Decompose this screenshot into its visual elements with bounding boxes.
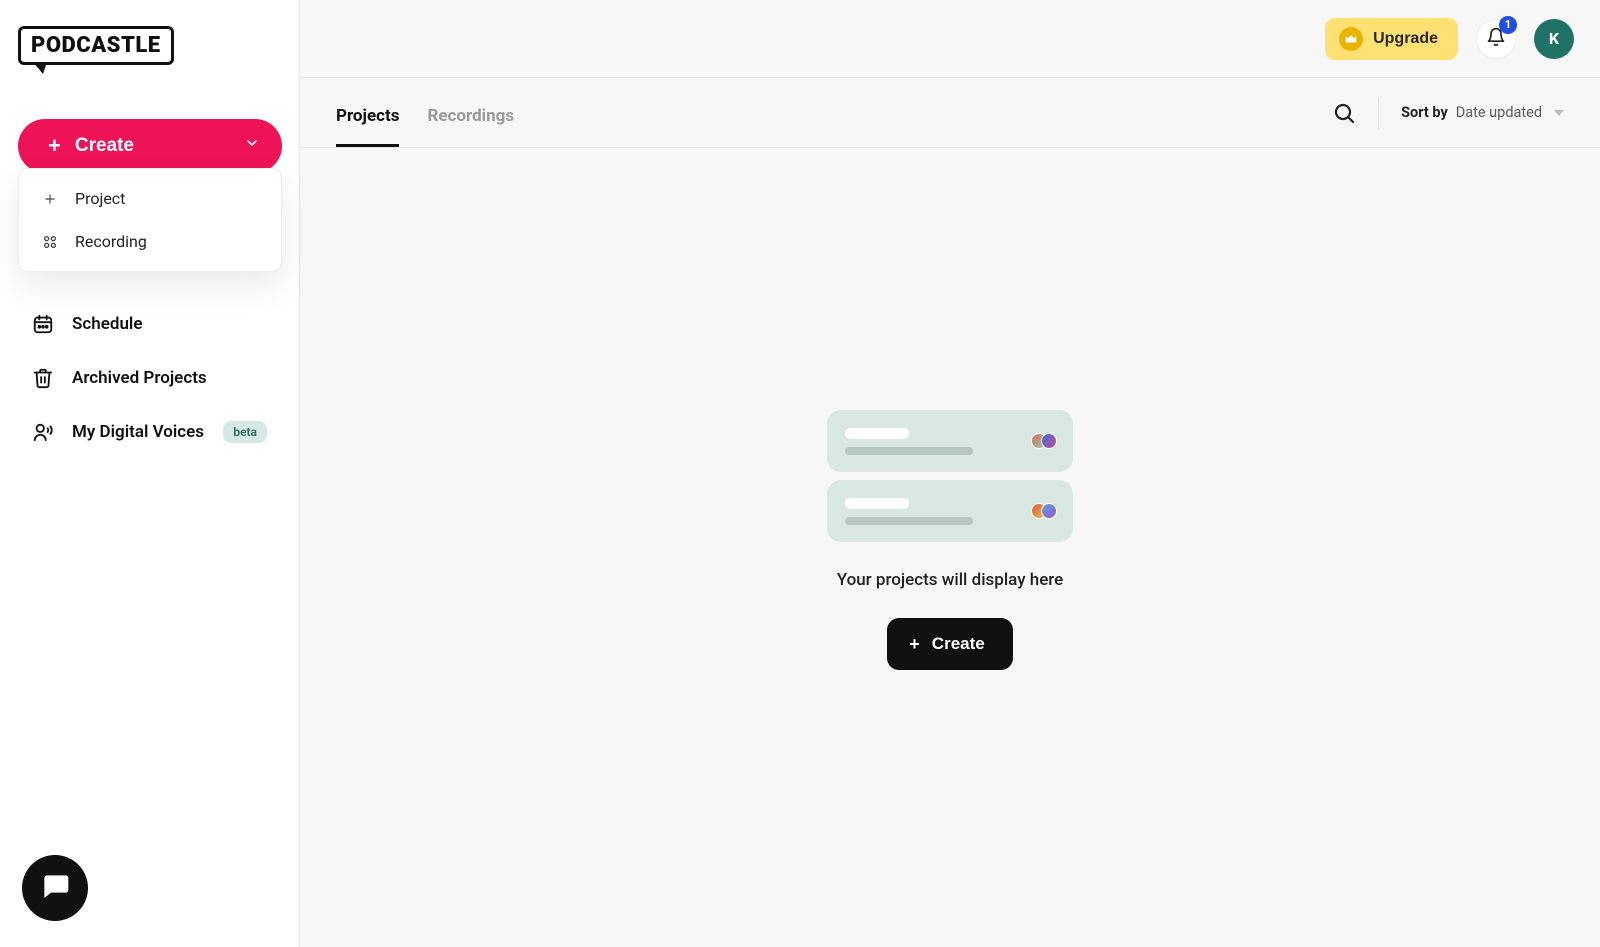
- brand-logo-text: PODCASTLE: [31, 33, 161, 58]
- sidebar-item-voices[interactable]: My Digital Voices beta: [18, 409, 281, 455]
- crown-icon: [1339, 27, 1363, 51]
- sort-value: Date updated: [1456, 104, 1542, 121]
- placeholder-avatars: [1031, 503, 1057, 519]
- sidebar: PODCASTLE + Create Project Recording: [0, 0, 300, 947]
- sidebar-item-archived[interactable]: Archived Projects: [18, 355, 281, 401]
- avatar-initial: K: [1549, 29, 1559, 48]
- plus-icon: [41, 190, 59, 208]
- sidebar-nav: Schedule Archived Projects My Digital Vo…: [18, 301, 281, 455]
- search-button[interactable]: [1332, 101, 1356, 125]
- brand-logo[interactable]: PODCASTLE: [18, 26, 174, 65]
- create-menu-project-label: Project: [75, 189, 125, 208]
- empty-state-message: Your projects will display here: [800, 570, 1100, 590]
- voice-icon: [32, 421, 54, 443]
- calendar-icon: [32, 313, 54, 335]
- create-menu: Project Recording: [18, 168, 282, 272]
- divider: [1378, 97, 1379, 129]
- tab-label: Projects: [336, 106, 399, 126]
- create-menu-recording[interactable]: Recording: [19, 220, 281, 263]
- sidebar-item-label: Archived Projects: [72, 368, 207, 388]
- beta-badge: beta: [223, 421, 267, 443]
- placeholder-avatars: [1031, 433, 1057, 449]
- grid-icon: [41, 233, 59, 251]
- main-area: Upgrade 1 K Projects Recordings Sort: [300, 0, 1600, 947]
- create-button[interactable]: + Create: [18, 119, 282, 173]
- placeholder-card: [827, 480, 1073, 542]
- empty-create-button[interactable]: + Create: [887, 618, 1012, 670]
- tab-projects[interactable]: Projects: [336, 106, 399, 147]
- create-menu-recording-label: Recording: [75, 232, 147, 251]
- notifications-button[interactable]: 1: [1476, 19, 1516, 59]
- search-icon: [1332, 101, 1356, 125]
- chat-launcher[interactable]: [22, 855, 88, 921]
- tab-label: Recordings: [427, 106, 514, 126]
- sort-label: Sort by: [1401, 104, 1448, 121]
- avatar[interactable]: K: [1534, 19, 1574, 59]
- chat-icon: [39, 870, 71, 906]
- sidebar-item-label: Schedule: [72, 314, 143, 334]
- empty-create-label: Create: [932, 634, 985, 654]
- empty-state: Your projects will display here + Create: [800, 410, 1100, 670]
- create-menu-project[interactable]: Project: [19, 177, 281, 220]
- placeholder-card: [827, 410, 1073, 472]
- topbar: Upgrade 1 K: [300, 0, 1600, 78]
- sidebar-item-schedule[interactable]: Schedule: [18, 301, 281, 347]
- sidebar-item-label: My Digital Voices: [72, 422, 204, 442]
- chevron-down-icon: [244, 135, 260, 157]
- caret-down-icon: [1554, 110, 1564, 116]
- sort-control[interactable]: Sort by Date updated: [1401, 104, 1564, 121]
- tab-recordings[interactable]: Recordings: [427, 106, 514, 147]
- trash-icon: [32, 367, 54, 389]
- upgrade-button[interactable]: Upgrade: [1325, 18, 1458, 60]
- upgrade-button-label: Upgrade: [1373, 30, 1438, 48]
- tabs: Projects Recordings: [336, 78, 514, 147]
- subheader: Projects Recordings Sort by Date updated: [300, 78, 1600, 148]
- create-button-label: Create: [75, 135, 134, 157]
- notifications-count-badge: 1: [1499, 16, 1517, 34]
